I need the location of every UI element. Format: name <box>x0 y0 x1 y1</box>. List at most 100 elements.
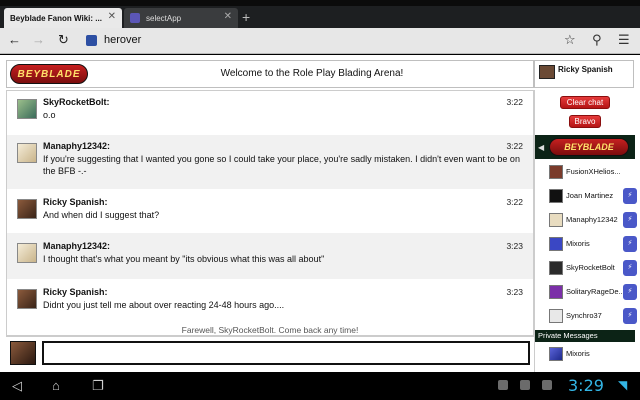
user-list-item[interactable]: Joan Martinez ⚡ <box>535 186 637 208</box>
clock[interactable]: 3:29 <box>568 376 604 395</box>
wiki-header-bar[interactable]: ◀ BEYBLADE <box>535 135 635 159</box>
user-list-item[interactable]: Synchro37 ⚡ <box>535 306 637 328</box>
wifi-icon: ◥ <box>618 378 628 392</box>
site-favicon <box>86 35 97 46</box>
private-message-user[interactable]: Mixoris <box>535 344 635 366</box>
tab-selectapp[interactable]: selectApp ✕ <box>124 8 238 28</box>
clear-chat-button[interactable]: Clear chat <box>560 96 610 109</box>
tab-beyblade-wiki[interactable]: Beyblade Fanon Wiki: ... ✕ <box>4 8 122 28</box>
avatar[interactable] <box>17 289 37 309</box>
user-name: Mixoris <box>566 239 590 248</box>
message-time: 3:22 <box>506 141 523 151</box>
message-author[interactable]: Manaphy12342: <box>43 241 110 251</box>
user-list-item[interactable]: SolitaryRageDe... ⚡ <box>535 282 637 304</box>
chat-badge-icon: ⚡ <box>623 188 637 204</box>
message-time: 3:23 <box>506 287 523 297</box>
back-icon[interactable]: ◁ <box>12 378 22 394</box>
app-icon <box>130 13 140 23</box>
user-name: Mixoris <box>566 349 590 358</box>
user-list-item[interactable]: Manaphy12342 ⚡ <box>535 210 637 232</box>
avatar <box>549 261 563 275</box>
bookmark-star-icon[interactable]: ☆ <box>564 32 576 48</box>
avatar[interactable] <box>17 143 37 163</box>
message-author[interactable]: Ricky Spanish: <box>43 197 108 207</box>
message-author[interactable]: SkyRocketBolt: <box>43 97 110 107</box>
page-title: Welcome to the Role Play Blading Arena! <box>220 68 404 79</box>
message-text: And when did I suggest that? <box>43 210 160 220</box>
message-time: 3:22 <box>506 97 523 107</box>
message-author[interactable]: Ricky Spanish: <box>43 287 108 297</box>
avatar <box>10 341 36 365</box>
avatar <box>549 213 563 227</box>
message-text: Didnt you just tell me about over reacti… <box>43 300 285 310</box>
beyblade-logo: BEYBLADE <box>549 138 629 156</box>
new-tab-button[interactable]: + <box>242 9 250 25</box>
search-icon[interactable]: ⚲ <box>592 32 602 48</box>
user-list-item[interactable]: FusionXHelios... <box>535 162 635 184</box>
inline-alert: Farewell, SkyRocketBolt. Come back any t… <box>181 325 359 335</box>
current-user-name: Ricky Spanish <box>558 65 613 74</box>
collapse-arrow-icon[interactable]: ◀ <box>538 143 544 152</box>
avatar <box>549 189 563 203</box>
chat-message: Manaphy12342: 3:22 If you're suggesting … <box>7 135 533 189</box>
user-list-item[interactable]: SkyRocketBolt ⚡ <box>535 258 637 280</box>
message-author[interactable]: Manaphy12342: <box>43 141 110 151</box>
user-name: FusionXHelios... <box>566 167 621 176</box>
beyblade-logo: BEYBLADE <box>10 64 88 84</box>
system-navigation-bar: ◁ ⌂ ❐ 3:29 ◥ <box>0 372 640 400</box>
current-user-panel[interactable]: Ricky Spanish <box>534 60 634 88</box>
avatar <box>549 347 563 361</box>
recent-apps-icon[interactable]: ❐ <box>92 378 104 394</box>
user-name: SolitaryRageDe... <box>566 287 625 296</box>
chat-badge-icon: ⚡ <box>623 284 637 300</box>
chat-message: Ricky Spanish: 3:23 Didnt you just tell … <box>7 279 533 325</box>
avatar <box>549 309 563 323</box>
chat-message: Manaphy12342: 3:23 I thought that's what… <box>7 233 533 279</box>
message-text: I thought that's what you meant by "its … <box>43 254 325 264</box>
close-icon[interactable]: ✕ <box>224 11 232 22</box>
chat-log[interactable]: SkyRocketBolt: 3:22 o.o Manaphy12342: 3:… <box>6 90 534 336</box>
user-name: Joan Martinez <box>566 191 614 200</box>
tab-label: Beyblade Fanon Wiki: ... <box>10 13 102 23</box>
chat-badge-icon: ⚡ <box>623 236 637 252</box>
user-list-item[interactable]: Mixoris ⚡ <box>535 234 637 256</box>
message-time: 3:22 <box>506 197 523 207</box>
menu-icon[interactable]: ☰ <box>618 32 630 48</box>
forward-icon[interactable]: → <box>32 32 45 47</box>
avatar[interactable] <box>17 99 37 119</box>
avatar <box>539 65 555 79</box>
message-text: o.o <box>43 110 56 120</box>
reload-icon[interactable]: ↻ <box>58 32 69 48</box>
back-icon[interactable]: ← <box>8 32 21 47</box>
home-icon[interactable]: ⌂ <box>52 378 60 393</box>
bag-icon <box>542 380 552 390</box>
chat-badge-icon: ⚡ <box>623 260 637 276</box>
avatar <box>549 285 563 299</box>
chat-message: Ricky Spanish: 3:22 And when did I sugge… <box>7 189 533 233</box>
android-icon <box>498 380 508 390</box>
user-name: SkyRocketBolt <box>566 263 615 272</box>
user-list-panel: Clear chat Bravo ◀ BEYBLADE FusionXHelio… <box>534 90 637 372</box>
chat-badge-icon: ⚡ <box>623 308 637 324</box>
avatar <box>549 165 563 179</box>
user-name: Manaphy12342 <box>566 215 618 224</box>
tab-label: selectApp <box>146 13 182 23</box>
address-bar: ← → ↻ herover ☆ ⚲ ☰ <box>0 28 640 54</box>
chat-header: BEYBLADE Welcome to the Role Play Bladin… <box>6 60 534 88</box>
message-text: If you're suggesting that I wanted you g… <box>43 154 520 176</box>
avatar[interactable] <box>17 243 37 263</box>
close-icon[interactable]: ✕ <box>108 11 116 22</box>
url-input[interactable]: herover <box>104 34 141 46</box>
bravo-button[interactable]: Bravo <box>569 115 601 128</box>
web-page: BEYBLADE Welcome to the Role Play Bladin… <box>0 55 640 372</box>
message-input-row <box>6 336 534 368</box>
private-messages-header[interactable]: Private Messages <box>535 330 635 342</box>
chat-message: SkyRocketBolt: 3:22 o.o <box>7 91 533 135</box>
message-time: 3:23 <box>506 241 523 251</box>
avatar[interactable] <box>17 199 37 219</box>
avatar <box>549 237 563 251</box>
chat-badge-icon: ⚡ <box>623 212 637 228</box>
user-name: Synchro37 <box>566 311 602 320</box>
image-icon <box>520 380 530 390</box>
message-input[interactable] <box>42 341 530 365</box>
